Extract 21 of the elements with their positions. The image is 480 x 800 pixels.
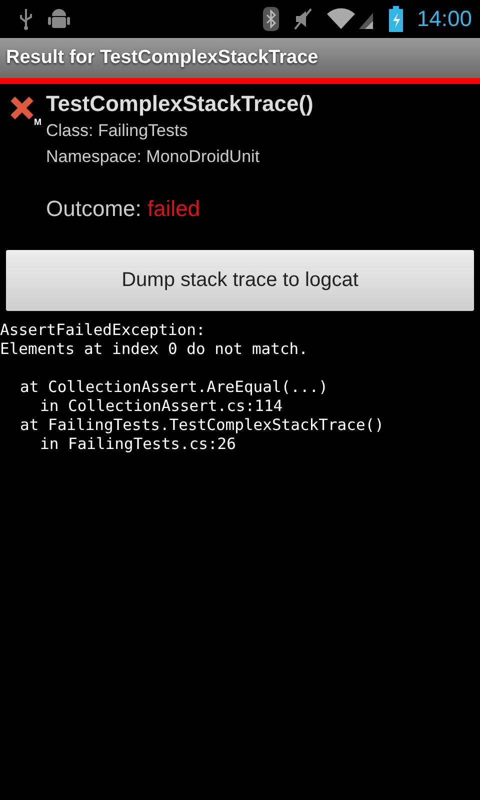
class-label: Class: FailingTests — [46, 120, 189, 142]
outcome-label: Outcome: — [46, 196, 142, 222]
exception-message: AssertFailedException: — [0, 321, 206, 340]
battery-icon — [388, 6, 403, 32]
dump-stack-trace-button[interactable]: Dump stack trace to logcat — [6, 250, 474, 311]
mute-icon — [292, 8, 313, 30]
screen-title: Result for TestComplexStackTrace — [6, 47, 318, 69]
stack-frame: at FailingTests.TestComplexStackTrace() — [0, 416, 480, 435]
wifi-signal-icon — [326, 7, 375, 31]
exception-message: Elements at index 0 do not match. — [0, 340, 309, 359]
namespace-label: Namespace: MonoDroidUnit — [46, 146, 261, 168]
test-name: TestComplexStackTrace() — [46, 90, 314, 118]
stack-frame: at CollectionAssert.AreEqual(...) — [0, 378, 480, 397]
outcome-value: failed — [147, 196, 200, 222]
badge-letter: M — [34, 117, 42, 127]
clock-time: 14:00 — [416, 6, 472, 32]
frame-location: in CollectionAssert.cs:114 — [39, 397, 284, 416]
bluetooth-icon — [262, 7, 279, 31]
frame-location: in FailingTests.cs:26 — [39, 435, 237, 454]
usb-icon — [18, 8, 34, 30]
android-icon — [48, 7, 70, 31]
